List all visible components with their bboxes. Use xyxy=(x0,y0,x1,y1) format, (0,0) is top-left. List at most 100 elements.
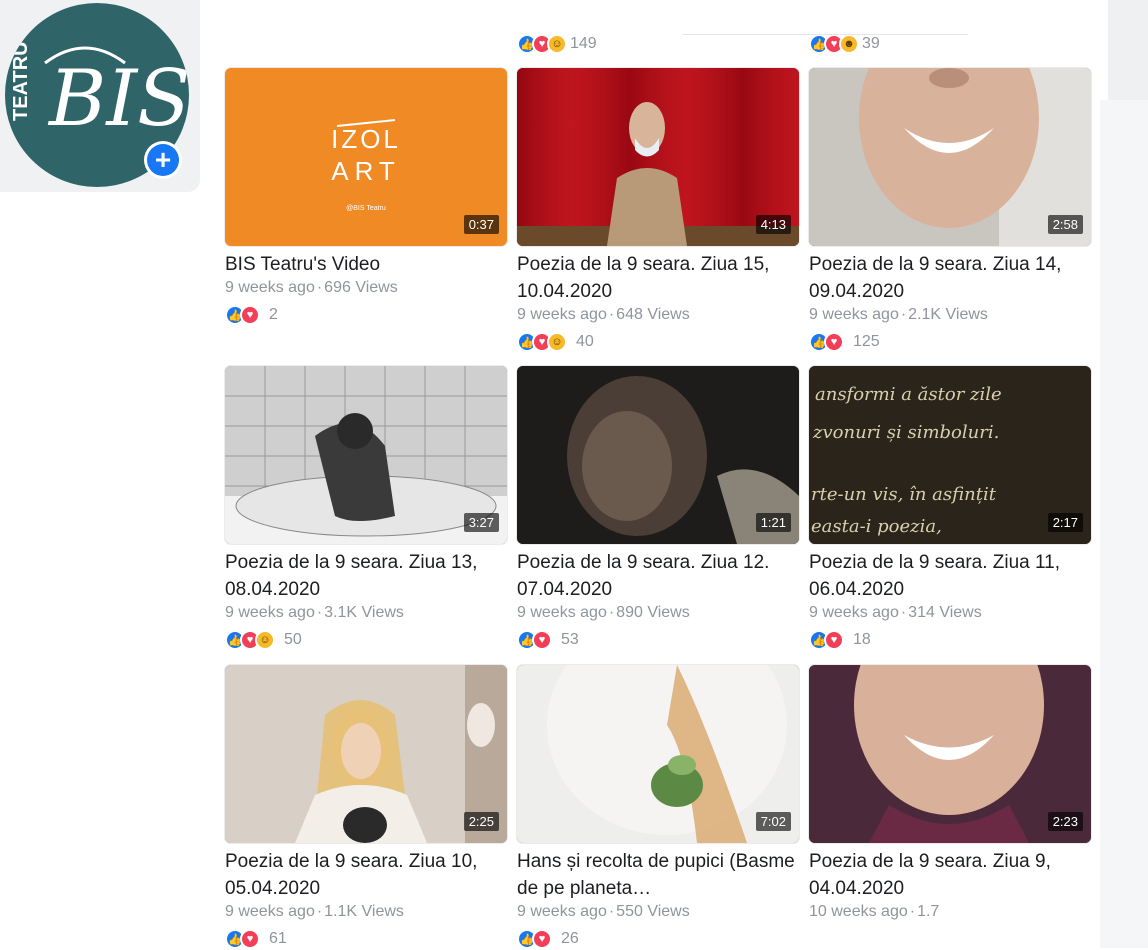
reaction-bar[interactable]: 👍 ♥ 2 xyxy=(225,304,507,326)
profile-panel: TEATRU BIS + xyxy=(0,0,200,192)
video-card[interactable]: 2:58 Poezia de la 9 seara. Ziua 14, 09.0… xyxy=(809,68,1091,353)
wow-icon: ☺ xyxy=(547,34,567,54)
video-title[interactable]: Poezia de la 9 seara. Ziua 15, 10.04.202… xyxy=(517,251,799,305)
video-time: 9 weeks ago xyxy=(517,306,607,323)
reaction-bar[interactable]: 👍 ♥ ☺ 50 xyxy=(225,629,507,651)
reaction-count: 18 xyxy=(853,631,871,648)
wow-icon: ☺ xyxy=(547,332,567,352)
video-card[interactable]: 3:27 Poezia de la 9 seara. Ziua 13, 08.0… xyxy=(225,366,507,651)
video-meta: 9 weeks ago · 2.1K Views xyxy=(809,306,988,323)
love-icon: ♥ xyxy=(824,630,844,650)
video-thumbnail[interactable]: 1:21 xyxy=(517,366,799,544)
thumb-line: zvonuri și simboluri. xyxy=(812,422,999,443)
reaction-bar[interactable]: 👍 ♥ 125 xyxy=(809,331,1091,353)
video-card[interactable]: IZOL ART @BIS Teatru 0:37 BIS Teatru's V… xyxy=(225,68,507,326)
video-duration: 2:17 xyxy=(1047,513,1083,532)
reaction-count: 50 xyxy=(284,631,302,648)
reaction-count: 40 xyxy=(576,333,594,350)
reaction-bar[interactable]: 👍 ♥ 18 xyxy=(809,629,1091,651)
video-thumbnail[interactable]: 2:25 xyxy=(225,665,507,843)
reaction-bar[interactable]: 👍 ♥ ☺ 40 xyxy=(517,331,799,353)
video-thumbnail[interactable]: 7:02 xyxy=(517,665,799,843)
love-icon: ♥ xyxy=(532,630,552,650)
video-views: 3.1K Views xyxy=(324,604,404,621)
video-thumbnail[interactable]: 3:27 xyxy=(225,366,507,544)
video-time: 9 weeks ago xyxy=(517,604,607,621)
video-duration: 1:21 xyxy=(755,513,791,532)
video-thumbnail[interactable]: 4:13 xyxy=(517,68,799,246)
video-duration: 2:25 xyxy=(463,812,499,831)
video-card[interactable]: 1:21 Poezia de la 9 seara. Ziua 12. 07.0… xyxy=(517,366,799,651)
video-thumbnail[interactable]: ansformi a ăstor zile zvonuri și simbolu… xyxy=(809,366,1091,544)
love-icon: ♥ xyxy=(240,929,260,949)
video-title[interactable]: BIS Teatru's Video xyxy=(225,251,507,278)
video-meta: 9 weeks ago · 648 Views xyxy=(517,306,690,323)
video-duration: 7:02 xyxy=(755,812,791,831)
video-meta: 10 weeks ago · 1.7 xyxy=(809,903,940,920)
video-time: 9 weeks ago xyxy=(809,306,899,323)
video-meta: 9 weeks ago · 550 Views xyxy=(517,903,690,920)
reaction-bar[interactable]: 👍 ♥ 26 xyxy=(517,928,799,950)
reaction-bar[interactable]: 👍 ♥ ☻ 39 xyxy=(809,34,880,54)
logo-small-text: TEATRU xyxy=(10,41,32,121)
love-icon: ♥ xyxy=(532,929,552,949)
plus-icon: + xyxy=(147,144,179,176)
video-title[interactable]: Poezia de la 9 seara. Ziua 14, 09.04.202… xyxy=(809,251,1091,305)
video-meta: 9 weeks ago · 696 Views xyxy=(225,279,398,296)
right-edge-panel xyxy=(1100,100,1148,948)
video-title[interactable]: Poezia de la 9 seara. Ziua 11, 06.04.202… xyxy=(809,549,1091,603)
reaction-count: 125 xyxy=(853,333,880,350)
video-meta: 9 weeks ago · 3.1K Views xyxy=(225,604,404,621)
video-title[interactable]: Poezia de la 9 seara. Ziua 9, 04.04.2020 xyxy=(809,848,1091,902)
video-duration: 0:37 xyxy=(463,215,499,234)
video-views: 648 Views xyxy=(616,306,690,323)
love-icon: ♥ xyxy=(824,332,844,352)
add-button[interactable]: + xyxy=(144,141,182,179)
video-title[interactable]: Poezia de la 9 seara. Ziua 13, 08.04.202… xyxy=(225,549,507,603)
video-thumbnail[interactable]: IZOL ART @BIS Teatru 0:37 xyxy=(225,68,507,246)
video-views: 1.7 xyxy=(917,903,940,920)
thumb-line: ansformi a ăstor zile xyxy=(815,384,1002,405)
reaction-bar[interactable]: 👍 ♥ 61 xyxy=(225,928,507,950)
video-meta: 9 weeks ago · 890 Views xyxy=(517,604,690,621)
video-views: 890 Views xyxy=(616,604,690,621)
video-title[interactable]: Hans și recolta de pupici (Basme de pe p… xyxy=(517,848,799,902)
reaction-count: 2 xyxy=(269,306,278,323)
video-time: 9 weeks ago xyxy=(517,903,607,920)
video-card[interactable]: ansformi a ăstor zile zvonuri și simbolu… xyxy=(809,366,1091,651)
video-time: 9 weeks ago xyxy=(809,604,899,621)
haha-icon: ☻ xyxy=(839,34,859,54)
video-card[interactable]: 4:13 Poezia de la 9 seara. Ziua 15, 10.0… xyxy=(517,68,799,353)
video-card[interactable]: 2:23 Poezia de la 9 seara. Ziua 9, 04.04… xyxy=(809,665,1091,923)
reaction-count: 61 xyxy=(269,930,287,947)
reaction-bar[interactable]: 👍 ♥ 53 xyxy=(517,629,799,651)
thumb-text: ART xyxy=(331,156,401,186)
video-meta: 9 weeks ago · 314 Views xyxy=(809,604,982,621)
video-views: 2.1K Views xyxy=(908,306,988,323)
video-card[interactable]: 7:02 Hans și recolta de pupici (Basme de… xyxy=(517,665,799,950)
reaction-count: 149 xyxy=(570,35,597,52)
video-thumbnail[interactable]: 2:23 xyxy=(809,665,1091,843)
video-card[interactable]: 2:25 Poezia de la 9 seara. Ziua 10, 05.0… xyxy=(225,665,507,950)
video-title[interactable]: Poezia de la 9 seara. Ziua 10, 05.04.202… xyxy=(225,848,507,902)
divider xyxy=(683,34,968,35)
love-icon: ♥ xyxy=(240,305,260,325)
logo-big-text: BIS xyxy=(47,54,189,144)
video-views: 1.1K Views xyxy=(324,903,404,920)
video-time: 10 weeks ago xyxy=(809,903,908,920)
reaction-count: 39 xyxy=(862,35,880,52)
thumb-line: easta-i poezia, xyxy=(811,516,942,537)
video-time: 9 weeks ago xyxy=(225,279,315,296)
thumb-text: IZOL xyxy=(331,124,401,154)
reaction-bar[interactable]: 👍 ♥ ☺ 149 xyxy=(517,34,597,54)
reaction-count: 26 xyxy=(561,930,579,947)
video-title[interactable]: Poezia de la 9 seara. Ziua 12. 07.04.202… xyxy=(517,549,799,603)
video-views: 550 Views xyxy=(616,903,690,920)
wow-icon: ☺ xyxy=(255,630,275,650)
video-views: 314 Views xyxy=(908,604,982,621)
video-time: 9 weeks ago xyxy=(225,903,315,920)
video-duration: 3:27 xyxy=(463,513,499,532)
thumb-line: rte-un vis, în asfințit xyxy=(811,484,997,505)
video-thumbnail[interactable]: 2:58 xyxy=(809,68,1091,246)
video-duration: 4:13 xyxy=(755,215,791,234)
